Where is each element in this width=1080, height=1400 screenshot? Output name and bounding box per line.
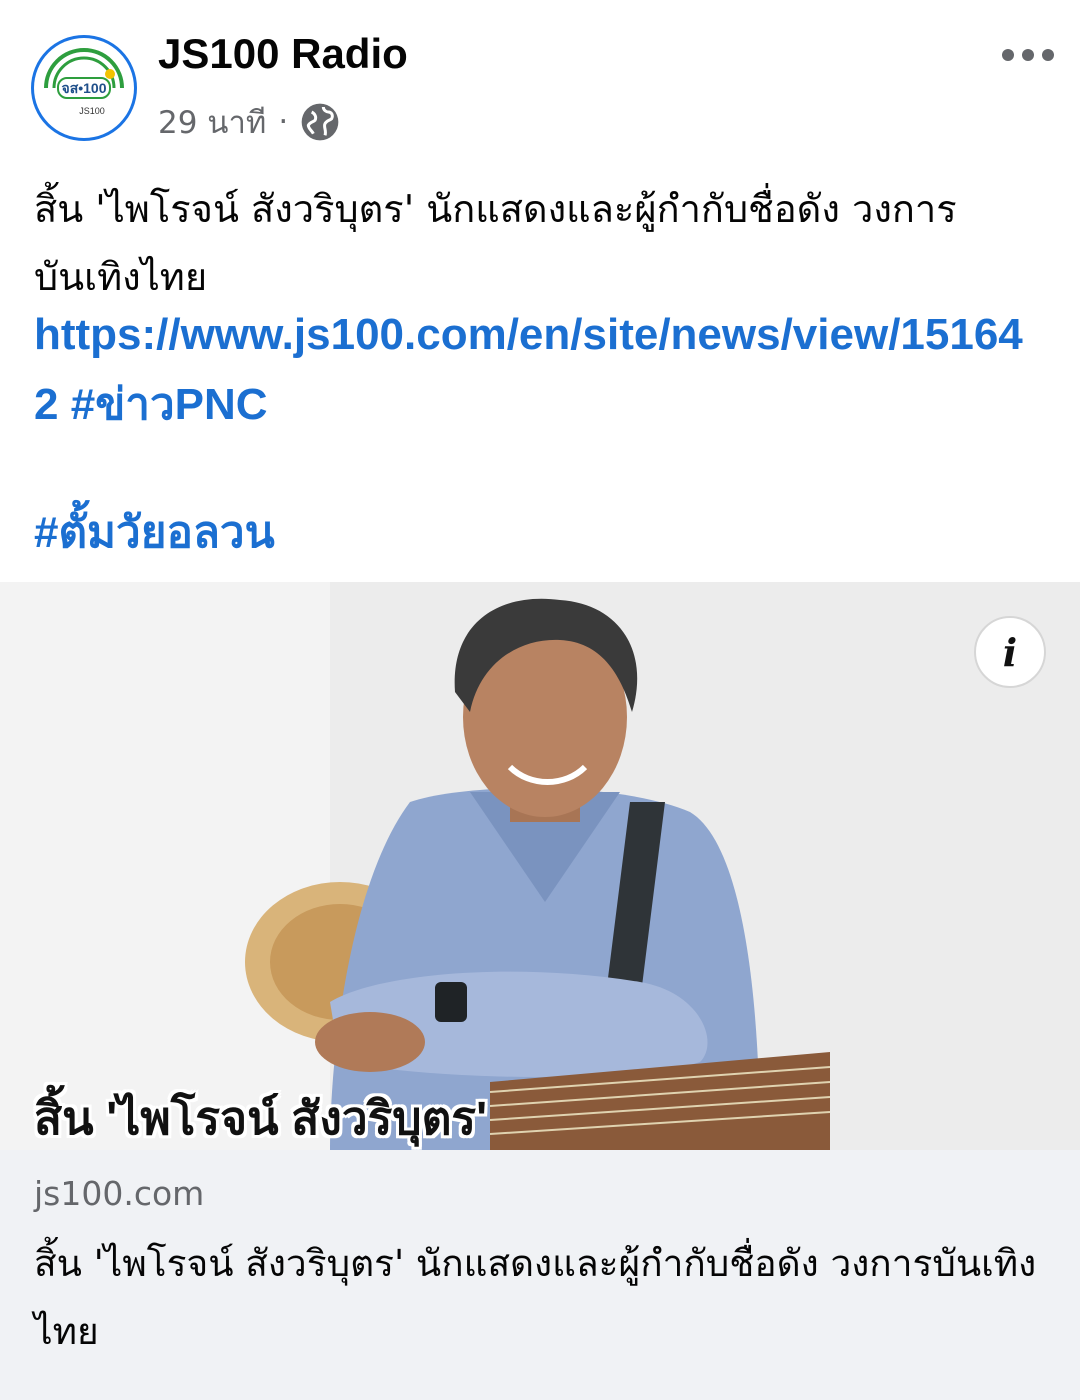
page-avatar[interactable]: จส•100 JS100 bbox=[34, 38, 134, 138]
hashtag-tum[interactable]: #ตั้มวัยอลวน bbox=[34, 498, 275, 568]
hashtag-news-pnc[interactable]: #ข่าวPNC bbox=[71, 380, 268, 429]
link-title: สิ้น 'ไพโรจน์ สังวริบุตร' นักแสดงและผู้ก… bbox=[34, 1242, 1037, 1353]
link-preview-card[interactable]: js100.com สิ้น 'ไพโรจน์ สังวริบุตร' นักแ… bbox=[0, 1150, 1080, 1400]
globe-icon bbox=[300, 102, 340, 142]
page-name[interactable]: JS100 Radio bbox=[158, 30, 408, 78]
meta-separator: · bbox=[278, 104, 289, 140]
more-horizontal-icon bbox=[1002, 49, 1014, 61]
portrait-photo bbox=[0, 582, 1080, 1150]
post-message: สิ้น 'ไพโรจน์ สังวริบุตร' นักแสดงและผู้ก… bbox=[34, 187, 957, 299]
post-meta: 29 นาที · bbox=[158, 97, 340, 147]
link-preview-image[interactable]: i สิ้น 'ไพโรจน์ สังวริบุตร' bbox=[0, 582, 1080, 1150]
post-time[interactable]: 29 นาที bbox=[158, 97, 266, 147]
js100-logo: จส•100 JS100 bbox=[38, 42, 130, 134]
post-link-line: https://www.js100.com/en/site/news/view/… bbox=[34, 300, 1044, 440]
more-options-button[interactable] bbox=[1002, 40, 1054, 70]
svg-text:JS100: JS100 bbox=[79, 106, 105, 116]
link-domain: js100.com bbox=[34, 1174, 205, 1213]
info-icon: i bbox=[1002, 629, 1018, 675]
info-button[interactable]: i bbox=[974, 616, 1046, 688]
image-overlay-caption: สิ้น 'ไพโรจน์ สังวริบุตร' bbox=[34, 1092, 488, 1144]
svg-text:จส•100: จส•100 bbox=[61, 80, 106, 96]
post-header: จส•100 JS100 JS100 Radio 29 นาที · bbox=[0, 0, 1080, 160]
